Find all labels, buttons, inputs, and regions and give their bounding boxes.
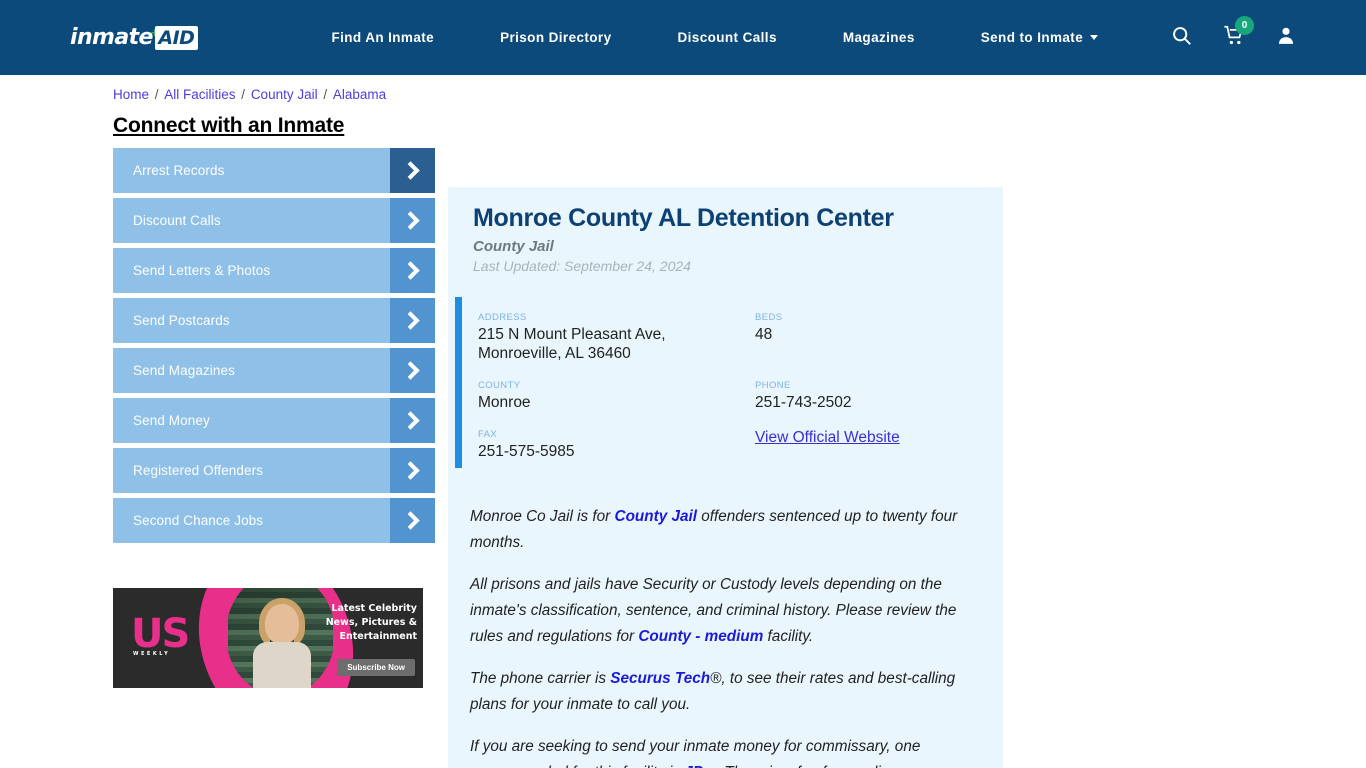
sidebar-item-send-letters-photos[interactable]: Send Letters & Photos (113, 248, 435, 293)
sidebar-item-label: Send Money (133, 413, 210, 428)
nav-label: Prison Directory (500, 30, 612, 45)
advertisement-banner[interactable]: US WEEKLY Latest Celebrity News, Picture… (113, 588, 423, 688)
info-value: 48 (755, 326, 773, 343)
last-updated: Last Updated: September 24, 2024 (473, 258, 691, 274)
paragraph-1: Monroe Co Jail is for County Jail offend… (470, 504, 981, 556)
nav-item-prison-directory[interactable]: Prison Directory (467, 30, 644, 45)
ad-headline: Latest Celebrity News, Pictures & Entert… (325, 603, 417, 642)
registered-mark: ® (710, 670, 722, 687)
sidebar-item-label: Send Magazines (133, 363, 235, 378)
sidebar-item-send-money[interactable]: Send Money (113, 398, 435, 443)
breadcrumb-item-home[interactable]: Home (113, 87, 149, 102)
text-segment: facility. (763, 628, 814, 645)
paragraph-2: All prisons and jails have Security or C… (470, 572, 981, 650)
nav-label: Discount Calls (677, 30, 777, 45)
nav-item-send-to-inmate[interactable]: Send to Inmate (948, 30, 1118, 45)
paragraph-3: The phone carrier is Securus Tech®, to s… (470, 666, 981, 718)
search-icon[interactable] (1171, 25, 1192, 51)
breadcrumb: Home / All Facilities / County Jail / Al… (113, 75, 435, 102)
ad-photo-detail (265, 604, 299, 644)
info-label: PHONE (755, 380, 791, 391)
site-logo[interactable]: inmate + AID (70, 23, 199, 53)
breadcrumb-item-alabama[interactable]: Alabama (333, 87, 386, 102)
page-body: Home / All Facilities / County Jail / Al… (0, 75, 1366, 768)
highlight-jpay: JPay (684, 764, 720, 768)
sidebar-item-label: Registered Offenders (133, 463, 264, 478)
sidebar-item-label: Send Postcards (133, 313, 230, 328)
facility-info-card: ADDRESS 215 N Mount Pleasant Ave, Monroe… (448, 297, 1003, 496)
sidebar-menu: Arrest Records Discount Calls Send Lette… (113, 148, 435, 543)
sidebar-item-arrest-records[interactable]: Arrest Records (113, 148, 435, 193)
info-value: 251-575-5985 (478, 443, 575, 460)
info-value: Monroe (478, 394, 531, 411)
site-header: inmate + AID Find An Inmate Prison Direc… (0, 0, 1366, 75)
cart-count-badge: 0 (1235, 15, 1254, 35)
info-label: BEDS (755, 312, 783, 323)
breadcrumb-item-county-jail[interactable]: County Jail (251, 87, 318, 102)
accent-bar (455, 297, 462, 468)
info-label: FAX (478, 429, 498, 440)
sidebar-item-label: Send Letters & Photos (133, 263, 271, 278)
sidebar-item-second-chance-jobs[interactable]: Second Chance Jobs (113, 498, 435, 543)
highlight-securus-tech: Securus Tech (610, 670, 711, 687)
facility-description: Monroe Co Jail is for County Jail offend… (448, 496, 1003, 768)
sidebar-item-send-postcards[interactable]: Send Postcards (113, 298, 435, 343)
sidebar-title: Connect with an Inmate (113, 114, 345, 137)
breadcrumb-separator: / (151, 87, 163, 102)
text-segment: Monroe Co Jail is for (470, 508, 615, 525)
logo-word: inmate (70, 25, 153, 50)
main-navigation: Find An Inmate Prison Directory Discount… (298, 30, 1118, 45)
nav-label: Send to Inmate (980, 30, 1084, 45)
chevron-down-icon (1090, 35, 1099, 40)
sidebar-item-label: Arrest Records (133, 163, 225, 178)
info-value: 215 N Mount Pleasant Ave, Monroeville, A… (478, 326, 666, 362)
ad-photo-detail (253, 642, 311, 688)
info-field-phone: PHONE 251-743-2502 (755, 380, 1003, 429)
highlight-county-jail: County Jail (614, 508, 697, 525)
info-field-county: COUNTY Monroe (478, 380, 755, 429)
chevron-right-icon (390, 298, 435, 343)
chevron-right-icon (390, 348, 435, 393)
info-field-website: View Official Website (755, 429, 1003, 478)
page-title: Monroe County AL Detention Center (473, 204, 894, 232)
breadcrumb-separator: / (237, 87, 249, 102)
ad-brand-logo: US WEEKLY (131, 614, 190, 657)
paragraph-4: If you are seeking to send your inmate m… (470, 734, 981, 768)
cart-icon[interactable]: 0 (1223, 15, 1254, 51)
left-column: Home / All Facilities / County Jail / Al… (113, 75, 435, 688)
info-value: 251-743-2502 (755, 394, 852, 411)
nav-label: Find An Inmate (331, 30, 435, 45)
user-icon[interactable] (1276, 25, 1296, 51)
chevron-right-icon (390, 248, 435, 293)
nav-item-discount-calls[interactable]: Discount Calls (645, 30, 810, 45)
sidebar-item-label: Second Chance Jobs (133, 513, 264, 528)
nav-item-find-an-inmate[interactable]: Find An Inmate (298, 30, 467, 45)
info-field-beds: BEDS 48 (755, 312, 1003, 380)
info-label: ADDRESS (478, 312, 527, 323)
logo-aid: AID (155, 25, 199, 50)
sidebar-item-send-magazines[interactable]: Send Magazines (113, 348, 435, 393)
breadcrumb-separator: / (319, 87, 331, 102)
info-field-fax: FAX 251-575-5985 (478, 429, 755, 478)
text-segment: The phone carrier is (470, 670, 611, 687)
header-icon-group: 0 (1171, 0, 1296, 75)
nav-label: Magazines (842, 30, 915, 45)
sidebar-item-discount-calls[interactable]: Discount Calls (113, 198, 435, 243)
highlight-custody-level: County - medium (638, 628, 764, 645)
info-label: COUNTY (478, 380, 521, 391)
view-official-website-link[interactable]: View Official Website (755, 429, 900, 446)
breadcrumb-item-all-facilities[interactable]: All Facilities (164, 87, 235, 102)
chevron-right-icon (390, 398, 435, 443)
facility-panel: Monroe County AL Detention Center County… (448, 187, 1003, 768)
chevron-right-icon (390, 498, 435, 543)
sidebar-item-label: Discount Calls (133, 213, 221, 228)
nav-item-magazines[interactable]: Magazines (810, 30, 948, 45)
ad-subscribe-button[interactable]: Subscribe Now (337, 659, 415, 676)
sidebar-item-registered-offenders[interactable]: Registered Offenders (113, 448, 435, 493)
facility-type: County Jail (473, 238, 554, 255)
chevron-right-icon (390, 198, 435, 243)
chevron-right-icon (390, 148, 435, 193)
info-field-address: ADDRESS 215 N Mount Pleasant Ave, Monroe… (478, 312, 755, 380)
chevron-right-icon (390, 448, 435, 493)
